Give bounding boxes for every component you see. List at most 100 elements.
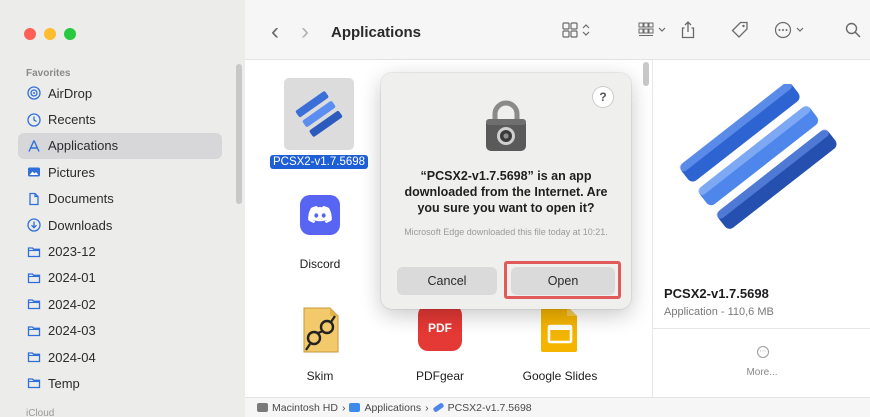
sidebar-item-label: 2024-04 — [48, 349, 96, 365]
folder-icon — [26, 270, 42, 286]
path-item-applications[interactable]: Applications — [364, 402, 421, 414]
sidebar-item-applications[interactable]: Applications — [18, 132, 222, 160]
preview-file-name: PCSX2-v1.7.5698 — [664, 286, 769, 301]
file-label: Discord — [299, 257, 341, 271]
sidebar-item-pictures[interactable]: Pictures — [18, 159, 222, 185]
sidebar-item-downloads[interactable]: Downloads — [18, 212, 222, 238]
preview-divider — [653, 328, 870, 329]
preview-pane: PCSX2-v1.7.5698 Application - 110,6 MB ⋯… — [652, 60, 870, 397]
pcsx2-preview-icon — [661, 82, 861, 234]
group-icon — [638, 22, 670, 43]
sidebar-item-label: 2024-01 — [48, 270, 96, 286]
dialog-message: “PCSX2-v1.7.5698” is an app downloaded f… — [404, 169, 608, 215]
sidebar-item-folder-2024-04[interactable]: 2024-04 — [18, 344, 222, 370]
sidebar-item-airdrop[interactable]: AirDrop — [18, 80, 222, 106]
sidebar-item-label: 2024-02 — [48, 296, 96, 312]
sidebar-item-label: Documents — [48, 191, 114, 207]
sidebar-item-label: 2024-03 — [48, 323, 96, 339]
preview-more-button[interactable]: More... — [653, 367, 870, 378]
document-icon — [26, 191, 42, 207]
file-item-pdfgear[interactable]: PDF PDFgear — [395, 305, 485, 383]
more-circle-icon — [774, 21, 808, 44]
pictures-icon — [26, 164, 42, 180]
path-item-pcsx2[interactable]: PCSX2-v1.7.5698 — [448, 402, 532, 414]
window-controls — [24, 28, 76, 40]
help-button[interactable]: ? — [593, 87, 613, 107]
sidebar-item-label: AirDrop — [48, 85, 93, 101]
forward-button[interactable]: › — [295, 18, 315, 45]
airdrop-icon — [26, 85, 42, 101]
zoom-button[interactable] — [64, 28, 76, 40]
sidebar-item-folder-2023-12[interactable]: 2023-12 — [18, 238, 222, 264]
view-mode-button[interactable] — [559, 20, 595, 44]
cancel-button[interactable]: Cancel — [397, 267, 497, 295]
hard-drive-icon — [257, 403, 268, 412]
pcsx2-small-icon — [432, 402, 445, 413]
file-item-discord[interactable]: Discord — [275, 195, 365, 271]
path-item-macintosh-hd[interactable]: Macintosh HD — [272, 402, 338, 414]
more-icon[interactable]: ⋯ — [757, 346, 769, 358]
file-item-pcsx2[interactable]: PCSX2-v1.7.5698 — [263, 78, 375, 169]
sidebar-item-label: 2023-12 — [48, 244, 96, 260]
skim-app-icon — [298, 305, 342, 355]
folder-icon — [26, 375, 42, 391]
discord-app-icon — [300, 195, 340, 235]
sidebar-item-folder-2024-01[interactable]: 2024-01 — [18, 265, 222, 291]
minimize-button[interactable] — [44, 28, 56, 40]
share-button[interactable] — [677, 20, 699, 44]
folder-icon — [349, 403, 361, 412]
content-scrollbar[interactable] — [643, 62, 649, 86]
folder-icon — [26, 296, 42, 312]
sidebar-item-folder-2024-02[interactable]: 2024-02 — [18, 291, 222, 317]
sidebar-item-label: Temp — [48, 375, 80, 391]
clock-icon — [26, 112, 42, 128]
dialog-download-info: Microsoft Edge downloaded this file toda… — [404, 227, 608, 237]
sidebar-item-label: Applications — [48, 138, 119, 154]
close-button[interactable] — [24, 28, 36, 40]
folder-icon — [26, 349, 42, 365]
window-title: Applications — [331, 24, 422, 41]
path-bar: Macintosh HD › Applications › PCSX2-v1.7… — [245, 397, 870, 417]
sidebar: Favorites AirDrop Recents Applications P… — [0, 0, 245, 417]
path-separator: › — [425, 401, 429, 414]
file-item-skim[interactable]: Skim — [275, 305, 365, 383]
toolbar: ‹ › Applications — [245, 0, 870, 60]
sidebar-item-label: Recents — [48, 112, 96, 128]
group-by-button[interactable] — [637, 20, 671, 44]
pcsx2-app-icon — [284, 78, 354, 150]
sidebar-item-folder-2024-03[interactable]: 2024-03 — [18, 318, 222, 344]
back-button[interactable]: ‹ — [265, 18, 285, 45]
file-label: PDFgear — [415, 369, 465, 383]
sidebar-list: AirDrop Recents Applications Pictures Do… — [18, 80, 222, 397]
path-separator: › — [341, 401, 346, 414]
pdfgear-app-icon: PDF — [418, 305, 462, 351]
search-button[interactable] — [843, 20, 863, 44]
download-icon — [26, 217, 42, 233]
search-icon — [845, 22, 861, 43]
sidebar-item-label: Pictures — [48, 164, 95, 180]
folder-icon — [26, 244, 42, 260]
action-menu-button[interactable] — [773, 20, 809, 44]
share-icon — [680, 20, 696, 44]
sidebar-item-folder-temp[interactable]: Temp — [18, 370, 222, 396]
sidebar-section-icloud: iCloud — [26, 408, 55, 417]
applications-icon — [26, 138, 42, 154]
security-lock-icon — [480, 97, 532, 153]
file-label: Skim — [306, 369, 334, 383]
open-button-highlight — [504, 261, 621, 299]
tag-button[interactable] — [729, 20, 751, 44]
file-item-google-slides[interactable]: Google Slides — [505, 305, 615, 383]
file-label-selected: PCSX2-v1.7.5698 — [269, 155, 369, 169]
preview-file-kind: Application - 110,6 MB — [664, 306, 774, 318]
sidebar-item-documents[interactable]: Documents — [18, 186, 222, 212]
sidebar-section-favorites: Favorites — [26, 68, 71, 79]
tag-icon — [731, 21, 749, 44]
folder-icon — [26, 323, 42, 339]
pdfgear-badge-text: PDF — [428, 321, 452, 335]
sidebar-item-label: Downloads — [48, 217, 113, 233]
icon-grid-icon — [562, 21, 592, 43]
sidebar-item-recents[interactable]: Recents — [18, 106, 222, 132]
sidebar-scrollbar[interactable] — [236, 64, 242, 204]
google-slides-app-icon — [540, 305, 580, 353]
file-label: Google Slides — [522, 369, 598, 383]
